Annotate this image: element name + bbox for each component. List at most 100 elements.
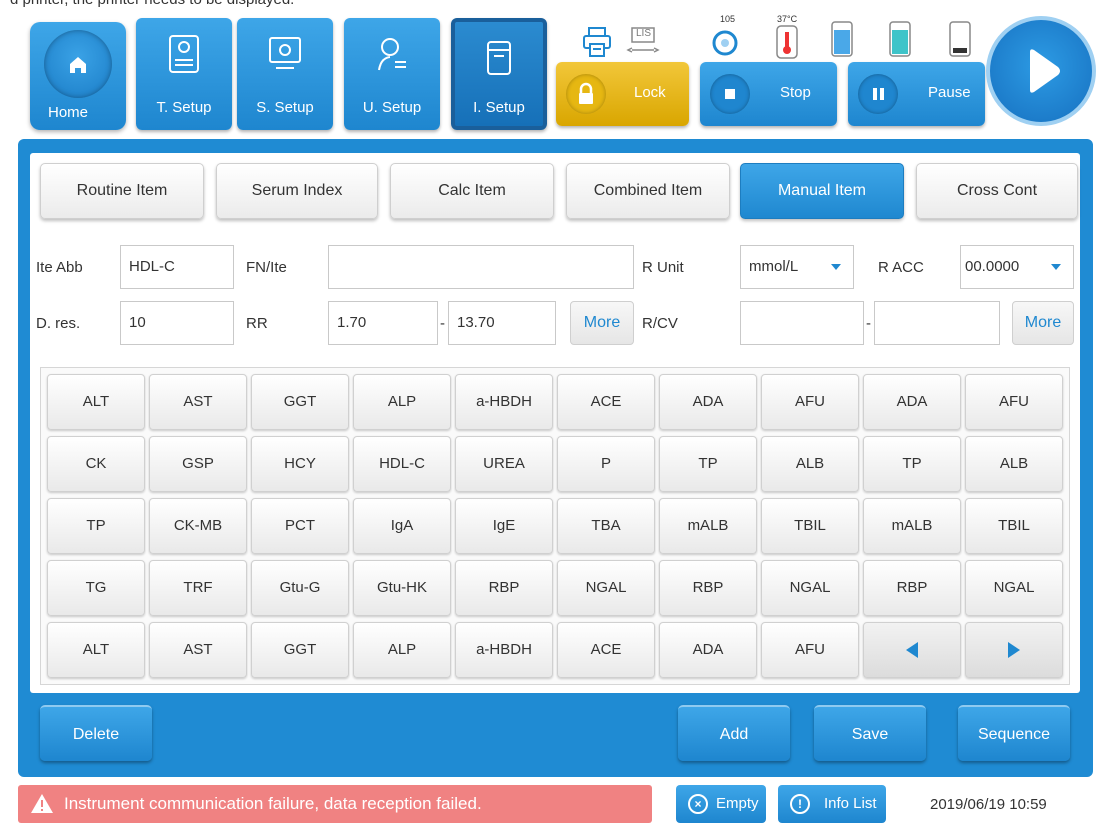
arrow-left-icon <box>906 642 918 659</box>
item-button[interactable]: ADA <box>863 374 961 430</box>
r-unit-value: mmol/L <box>749 258 799 275</box>
item-button[interactable]: TBIL <box>761 498 859 554</box>
r-cv-high-field[interactable] <box>874 301 1000 345</box>
prev-page-button[interactable] <box>863 622 961 678</box>
item-button[interactable]: AST <box>149 374 247 430</box>
datetime: 2019/06/19 10:59 <box>930 796 1047 813</box>
fn-ite-field[interactable] <box>328 245 634 289</box>
item-button[interactable]: a-HBDH <box>455 622 553 678</box>
home-button[interactable]: Home <box>30 22 126 130</box>
r-cv-low-field[interactable] <box>740 301 864 345</box>
wash-bottle-icon <box>889 21 911 57</box>
d-res-field[interactable]: 10 <box>120 301 234 345</box>
item-button[interactable]: TBIL <box>965 498 1063 554</box>
pause-icon-circle <box>858 74 898 114</box>
main-panel: Routine Item Serum Index Calc Item Combi… <box>18 139 1093 777</box>
item-button[interactable]: IgA <box>353 498 451 554</box>
r-acc-value: 00.0000 <box>965 258 1020 275</box>
next-page-button[interactable] <box>965 622 1063 678</box>
item-button[interactable]: CK <box>47 436 145 492</box>
nav-system-setup[interactable]: S. Setup <box>237 18 333 130</box>
temp-top-label: 105 <box>720 14 736 24</box>
item-button[interactable]: ACE <box>557 374 655 430</box>
item-button[interactable]: ALT <box>47 622 145 678</box>
item-button[interactable]: a-HBDH <box>455 374 553 430</box>
item-button[interactable]: CK-MB <box>149 498 247 554</box>
item-button[interactable]: NGAL <box>965 560 1063 616</box>
rr-more-button[interactable]: More <box>570 301 634 345</box>
item-button[interactable]: ALP <box>353 374 451 430</box>
add-button[interactable]: Add <box>678 705 790 761</box>
item-button[interactable]: ADA <box>659 622 757 678</box>
top-message-text: d printer, the printer needs to be displ… <box>10 0 294 8</box>
stop-button[interactable]: Stop <box>700 62 837 126</box>
nav-user-setup[interactable]: U. Setup <box>344 18 440 130</box>
lock-icon-circle <box>566 74 606 114</box>
tab-manual-item[interactable]: Manual Item <box>740 163 904 219</box>
item-button[interactable]: IgE <box>455 498 553 554</box>
tab-serum-index[interactable]: Serum Index <box>216 163 378 219</box>
item-button[interactable]: AFU <box>761 622 859 678</box>
item-button[interactable]: NGAL <box>557 560 655 616</box>
r-cv-more-button[interactable]: More <box>1012 301 1074 345</box>
lock-button[interactable]: Lock <box>556 62 689 126</box>
waste-bottle-icon <box>949 21 971 57</box>
item-button[interactable]: mALB <box>863 498 961 554</box>
tab-calc-item[interactable]: Calc Item <box>390 163 554 219</box>
item-button[interactable]: RBP <box>659 560 757 616</box>
item-button[interactable]: ALP <box>353 622 451 678</box>
item-button[interactable]: ACE <box>557 622 655 678</box>
tab-cross-cont[interactable]: Cross Cont <box>916 163 1078 219</box>
item-button[interactable]: UREA <box>455 436 553 492</box>
item-button[interactable]: TP <box>659 436 757 492</box>
item-button[interactable]: TRF <box>149 560 247 616</box>
item-button[interactable]: Gtu-HK <box>353 560 451 616</box>
item-button[interactable]: ALB <box>761 436 859 492</box>
item-button[interactable]: AFU <box>965 374 1063 430</box>
start-button[interactable] <box>986 16 1096 126</box>
empty-button[interactable]: × Empty <box>676 785 766 823</box>
item-button[interactable]: ALT <box>47 374 145 430</box>
item-button[interactable]: AFU <box>761 374 859 430</box>
item-button[interactable]: GSP <box>149 436 247 492</box>
ite-abb-field[interactable]: HDL-C <box>120 245 234 289</box>
item-button[interactable]: TP <box>47 498 145 554</box>
item-button[interactable]: P <box>557 436 655 492</box>
item-button[interactable]: AST <box>149 622 247 678</box>
alarm-text: Instrument communication failure, data r… <box>64 794 482 813</box>
nav-test-setup[interactable]: T. Setup <box>136 18 232 130</box>
item-button[interactable]: ALB <box>965 436 1063 492</box>
item-button[interactable]: TG <box>47 560 145 616</box>
r-acc-select[interactable]: 00.0000 <box>960 245 1074 289</box>
item-button[interactable]: HDL-C <box>353 436 451 492</box>
rr-low-field[interactable]: 1.70 <box>328 301 438 345</box>
save-button[interactable]: Save <box>814 705 926 761</box>
alarm-banner[interactable]: Instrument communication failure, data r… <box>18 785 652 823</box>
tab-combined-item[interactable]: Combined Item <box>566 163 730 219</box>
tab-routine-item[interactable]: Routine Item <box>40 163 204 219</box>
sequence-button[interactable]: Sequence <box>958 705 1070 761</box>
info-list-button[interactable]: ! Info List <box>778 785 886 823</box>
rr-high-field[interactable]: 13.70 <box>448 301 556 345</box>
item-button[interactable]: GGT <box>251 374 349 430</box>
printer-icon[interactable] <box>582 26 612 58</box>
r-acc-label: R ACC <box>878 259 924 276</box>
item-button[interactable]: TBA <box>557 498 655 554</box>
item-button[interactable]: RBP <box>863 560 961 616</box>
r-unit-select[interactable]: mmol/L <box>740 245 854 289</box>
item-button[interactable]: mALB <box>659 498 757 554</box>
item-button[interactable]: TP <box>863 436 961 492</box>
reagent-temp-label: 37°C <box>777 14 798 24</box>
pause-button[interactable]: Pause <box>848 62 985 126</box>
item-button[interactable]: NGAL <box>761 560 859 616</box>
item-button[interactable]: PCT <box>251 498 349 554</box>
delete-button[interactable]: Delete <box>40 705 152 761</box>
item-button[interactable]: Gtu-G <box>251 560 349 616</box>
item-button[interactable]: GGT <box>251 622 349 678</box>
item-button[interactable]: HCY <box>251 436 349 492</box>
item-button[interactable]: ADA <box>659 374 757 430</box>
play-icon <box>1030 49 1060 93</box>
item-button[interactable]: RBP <box>455 560 553 616</box>
nav-item-setup[interactable]: I. Setup <box>451 18 547 130</box>
lis-indicator[interactable]: LIS <box>626 26 660 58</box>
